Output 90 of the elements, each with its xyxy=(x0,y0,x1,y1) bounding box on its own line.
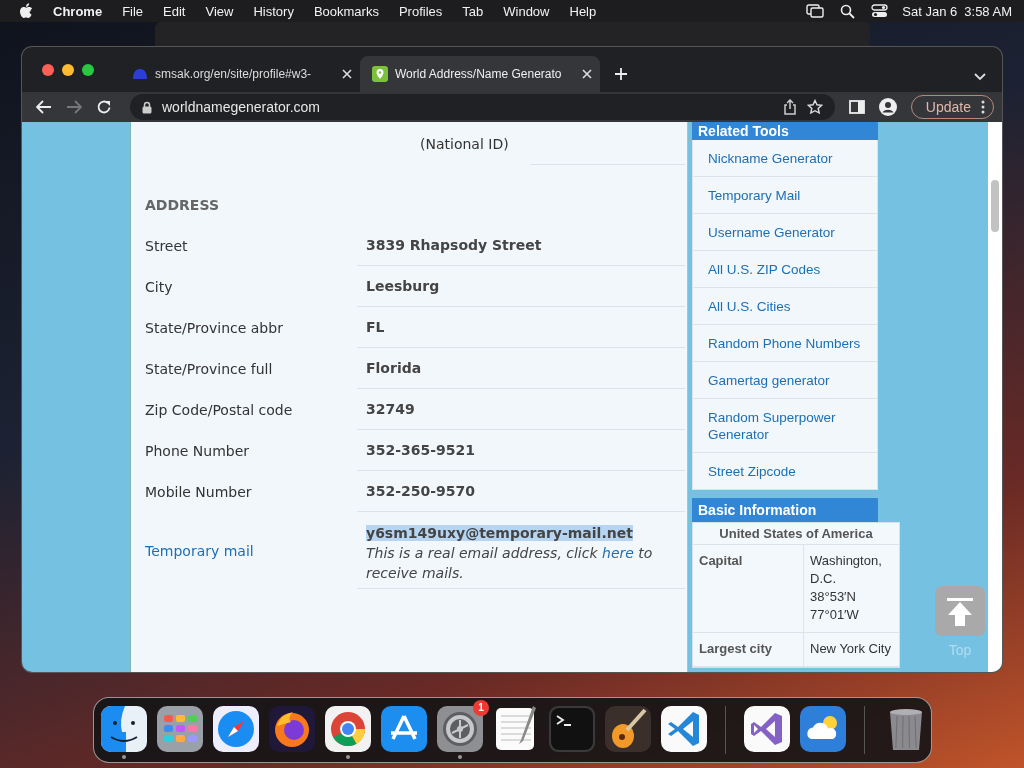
app-menu[interactable]: Chrome xyxy=(53,3,103,19)
arrow-up-icon xyxy=(935,586,985,636)
menu-item[interactable]: Edit xyxy=(163,3,186,19)
field-value: Florida xyxy=(357,348,685,389)
map-pin-icon xyxy=(372,66,388,82)
here-link[interactable]: here xyxy=(602,545,634,561)
info-label: Capital xyxy=(693,545,804,632)
notepad-pen-icon[interactable] xyxy=(493,706,539,752)
chevron-down-icon[interactable] xyxy=(974,73,986,81)
scrollbar-thumb[interactable] xyxy=(991,180,999,232)
info-value: Washington, D.C. 38°53′N 77°01′W xyxy=(809,552,883,624)
sidebar-link[interactable]: All U.S. ZIP Codes xyxy=(692,251,878,288)
compass-icon[interactable] xyxy=(213,706,259,752)
email-address: y6sm149uxy@temporary-mail.net xyxy=(366,525,633,541)
terminal-icon[interactable] xyxy=(549,706,595,752)
notification-badge: 1 xyxy=(473,700,489,716)
field-label: State/Province abbr xyxy=(144,319,284,336)
fox-globe-icon[interactable] xyxy=(269,706,315,752)
email-note: This is a real email address, click here to receive mails. xyxy=(366,544,654,583)
browser-tab[interactable]: smsak.org/en/site/profile#w3- xyxy=(120,56,360,92)
apple-icon[interactable] xyxy=(19,3,33,19)
guitar-icon[interactable] xyxy=(605,706,651,752)
back-icon[interactable] xyxy=(36,100,52,114)
blob-icon xyxy=(132,67,148,81)
info-value: New York City xyxy=(809,640,892,658)
menu-item[interactable]: Window xyxy=(503,3,550,19)
share-icon[interactable] xyxy=(782,99,797,115)
sidebar-heading: Basic Information xyxy=(692,498,878,522)
zoom-window-button[interactable] xyxy=(82,63,94,76)
app-store-icon[interactable] xyxy=(381,706,427,752)
chrome-logo-icon[interactable] xyxy=(325,706,371,752)
side-panel-icon[interactable] xyxy=(848,100,865,114)
reload-icon[interactable] xyxy=(96,99,112,115)
sidebar-link[interactable]: Gamertag generator xyxy=(692,362,878,399)
menu-bar-time[interactable]: 3:58 AM xyxy=(964,3,1012,19)
menu-item[interactable]: Tab xyxy=(462,3,484,19)
close-window-button[interactable] xyxy=(42,63,54,76)
sidebar-link[interactable]: Street Zipcode xyxy=(692,453,878,490)
screen-mirroring-icon[interactable] xyxy=(806,4,825,18)
field-value: FL xyxy=(357,307,685,348)
browser-tab[interactable]: World Address/Name Generato xyxy=(360,56,600,92)
field-value: 32749 xyxy=(357,389,685,430)
menu-item[interactable]: History xyxy=(253,3,294,19)
field-label: City xyxy=(144,278,174,295)
section-heading: ADDRESS xyxy=(144,196,220,215)
field-label: Phone Number xyxy=(144,442,251,459)
scrollbar[interactable] xyxy=(988,122,1002,672)
field-value: 352-365-9521 xyxy=(357,430,685,471)
search-icon[interactable] xyxy=(840,3,856,19)
sidebar-link[interactable]: Temporary Mail xyxy=(692,177,878,214)
menu-item[interactable]: File xyxy=(122,3,144,19)
country-name: United States of America xyxy=(693,523,899,545)
sidebar-link[interactable]: All U.S. Cities xyxy=(692,288,878,325)
field-label: Mobile Number xyxy=(144,483,253,500)
profile-icon[interactable] xyxy=(878,98,897,116)
new-tab-icon[interactable] xyxy=(614,67,628,81)
menu-item[interactable]: Bookmarks xyxy=(313,3,379,19)
control-center-icon[interactable] xyxy=(871,4,889,18)
sidebar-link[interactable]: Random Superpower Generator xyxy=(692,399,878,453)
more-icon[interactable] xyxy=(981,100,985,114)
sidebar-link[interactable]: Random Phone Numbers xyxy=(692,325,878,362)
temporary-mail-link[interactable]: Temporary mail xyxy=(131,543,357,559)
field-label: State/Province full xyxy=(144,360,274,377)
vscode-logo-icon[interactable] xyxy=(661,706,707,752)
sidebar-link[interactable]: Username Generator xyxy=(692,214,878,251)
field-label: Zip Code/Postal code xyxy=(144,401,294,418)
field-label: Street xyxy=(144,237,189,254)
field-value: Leesburg xyxy=(357,266,685,307)
field-value: 352-250-9570 xyxy=(357,471,685,512)
finder-face-icon[interactable] xyxy=(101,706,147,752)
menu-item[interactable]: Profiles xyxy=(398,3,443,19)
info-label: Largest city xyxy=(693,633,804,666)
menu-item[interactable]: Help xyxy=(569,3,597,19)
close-icon[interactable] xyxy=(582,69,592,79)
menu-item[interactable]: View xyxy=(205,3,234,19)
minimize-window-button[interactable] xyxy=(62,63,74,76)
sidebar-link[interactable]: Nickname Generator xyxy=(692,140,878,177)
sidebar-heading: Related Tools xyxy=(692,122,878,140)
app-grid-icon[interactable] xyxy=(157,706,203,752)
url-text: worldnamegenerator.com xyxy=(162,99,321,115)
close-icon[interactable] xyxy=(342,69,352,79)
cloud-sun-icon[interactable] xyxy=(800,706,846,752)
forward-icon[interactable] xyxy=(66,100,82,114)
menu-bar-date[interactable]: Sat Jan 6 xyxy=(902,3,958,19)
star-icon[interactable] xyxy=(806,99,823,115)
lock-icon xyxy=(142,100,152,114)
field-label: (National ID) xyxy=(420,135,510,154)
address-bar[interactable]: worldnamegenerator.com xyxy=(130,94,835,120)
visual-studio-logo-icon[interactable] xyxy=(744,706,790,752)
field-value: 3839 Rhapsody Street xyxy=(357,225,685,266)
